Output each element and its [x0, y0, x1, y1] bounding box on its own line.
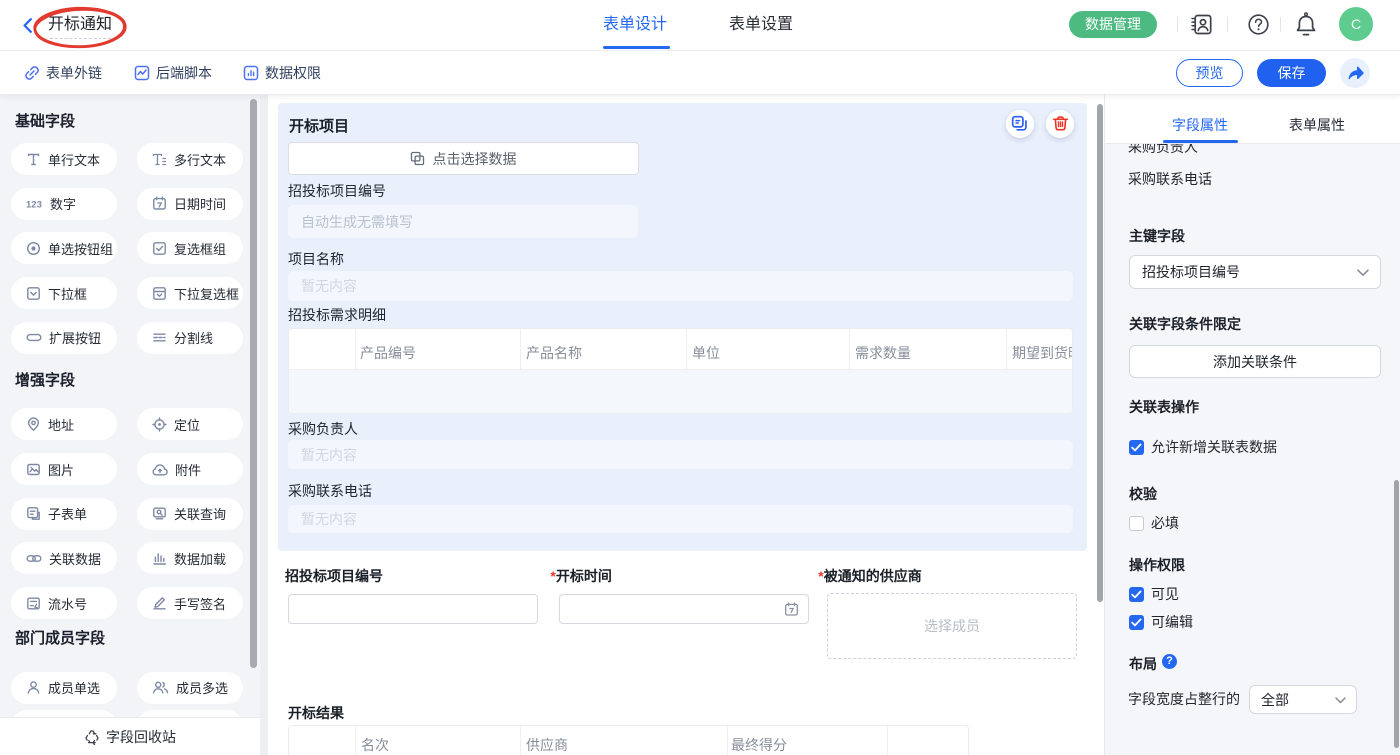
svg-text:123: 123 — [26, 200, 42, 211]
